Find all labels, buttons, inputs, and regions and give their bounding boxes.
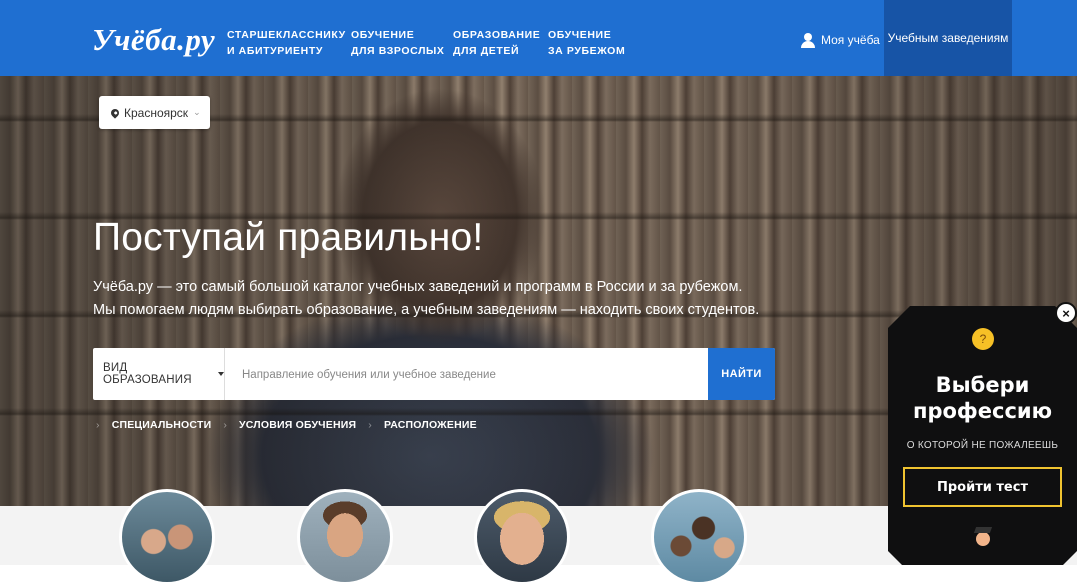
edu-type-label: ВИД ОБРАЗОВАНИЯ [103, 362, 192, 386]
nav-item-line: ЗА РУБЕЖОМ [548, 45, 626, 57]
hero-title: Поступай правильно! [93, 216, 484, 259]
search-button[interactable]: НАЙТИ [708, 348, 775, 400]
chevron-down-icon: ⌄ [193, 107, 201, 117]
caret-down-icon [218, 372, 224, 376]
search-bar: ВИД ОБРАЗОВАНИЯ НАЙТИ [93, 348, 775, 402]
site-header: Учёба.ру СТАРШЕКЛАССНИКУ И АБИТУРИЕНТУ О… [0, 0, 1077, 76]
edu-type-dropdown[interactable]: ВИД ОБРАЗОВАНИЯ [93, 348, 225, 400]
filter-separator: › [368, 419, 372, 431]
hero-text-line: Учёба.ру — это самый большой каталог уче… [93, 279, 743, 295]
city-selector[interactable]: Красноярск ⌄ [99, 96, 210, 129]
avatar-highschool[interactable] [119, 489, 215, 585]
nav-item-line: И АБИТУРИЕНТУ [227, 45, 323, 57]
popup-title-line: Выбери [935, 373, 1030, 397]
for-schools-button[interactable]: Учебным заведениям [884, 0, 1012, 76]
avatar-abroad[interactable] [651, 489, 747, 585]
avatar-adults[interactable] [297, 489, 393, 585]
popup-subtitle: О КОТОРОЙ НЕ ПОЖАЛЕЕШЬ [906, 440, 1059, 451]
filter-conditions[interactable]: УСЛОВИЯ ОБУЧЕНИЯ [239, 419, 356, 431]
nav-item-adults[interactable]: ОБУЧЕНИЕ ДЛЯ ВЗРОСЛЫХ [351, 27, 445, 59]
search-input[interactable] [240, 348, 704, 402]
nav-item-line: ОБУЧЕНИЕ [548, 29, 612, 41]
popup-title: Выбери профессию [888, 372, 1077, 424]
nav-item-line: ДЛЯ ДЕТЕЙ [453, 45, 520, 57]
filter-separator: › [223, 419, 228, 431]
thinking-face-icon: ? [972, 328, 994, 350]
graduate-icon [972, 527, 994, 551]
my-ucheba-link[interactable]: Моя учёба [801, 33, 880, 48]
hero-text-line: Мы помогаем людям выбирать образование, … [93, 302, 760, 318]
pin-icon [109, 106, 121, 119]
hero-description: Учёба.ру — это самый большой каталог уче… [93, 276, 759, 322]
filter-specialties[interactable]: СПЕЦИАЛЬНОСТИ [112, 419, 212, 431]
filter-links: › СПЕЦИАЛЬНОСТИ › УСЛОВИЯ ОБУЧЕНИЯ › РАС… [96, 419, 477, 431]
nav-item-line: СТАРШЕКЛАССНИКУ [227, 29, 346, 41]
nav-item-line: ДЛЯ ВЗРОСЛЫХ [351, 45, 445, 57]
nav-item-children[interactable]: ОБРАЗОВАНИЕ ДЛЯ ДЕТЕЙ [453, 27, 540, 59]
nav-item-line: ОБРАЗОВАНИЕ [453, 29, 541, 41]
my-ucheba-label: Моя учёба [821, 33, 880, 47]
user-icon [801, 33, 815, 48]
site-logo[interactable]: Учёба.ру [92, 22, 215, 58]
close-icon[interactable]: × [1055, 302, 1077, 324]
nav-item-line: ОБУЧЕНИЕ [351, 29, 415, 41]
popup-title-line: профессию [912, 399, 1053, 423]
nav-item-abroad[interactable]: ОБУЧЕНИЕ ЗА РУБЕЖОМ [548, 27, 625, 59]
city-name: Красноярск [124, 105, 189, 120]
take-test-button[interactable]: Пройти тест [903, 467, 1062, 507]
filter-separator: › [96, 419, 100, 431]
nav-item-highschool[interactable]: СТАРШЕКЛАССНИКУ И АБИТУРИЕНТУ [227, 27, 346, 59]
filter-location[interactable]: РАСПОЛОЖЕНИЕ [384, 419, 477, 431]
avatar-children[interactable] [474, 489, 570, 585]
